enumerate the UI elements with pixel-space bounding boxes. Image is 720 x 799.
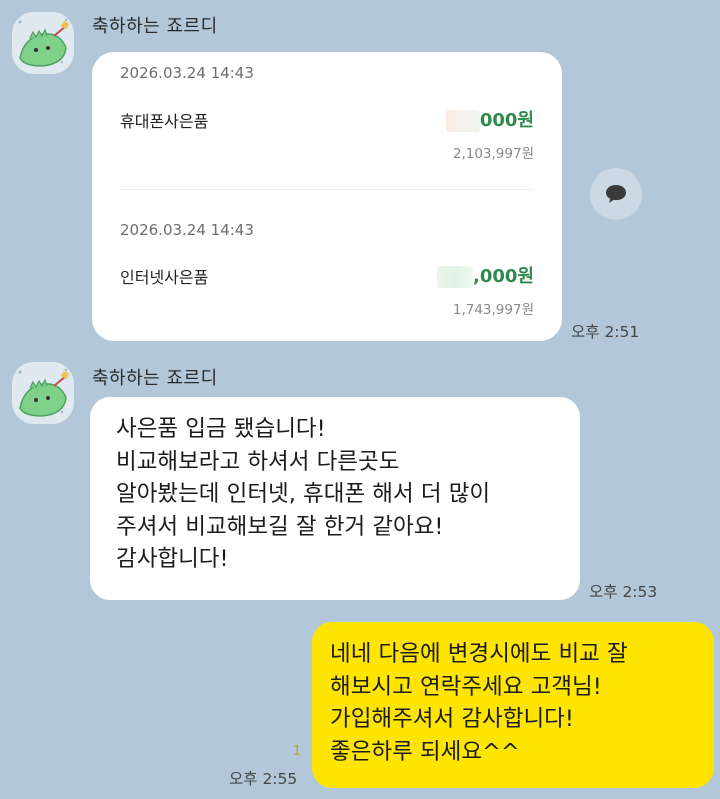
transaction-date: 2026.03.24 14:43 (120, 64, 254, 82)
message-time: 오후 2:55 (229, 770, 298, 788)
unread-count: 1 (293, 744, 302, 759)
message-time: 오후 2:53 (589, 583, 658, 601)
sender-name: 축하하는 죠르디 (92, 16, 218, 37)
speech-bubble-icon (606, 185, 626, 203)
message-time: 오후 2:51 (571, 323, 640, 341)
sender-avatar[interactable] (12, 362, 74, 424)
transaction-title: 휴대폰사은품 (120, 112, 209, 131)
transaction-amount: ,000원 (437, 262, 534, 288)
transaction-date: 2026.03.24 14:43 (120, 221, 254, 239)
sender-name: 축하하는 죠르디 (92, 368, 218, 389)
outgoing-message-bubble[interactable]: 네네 다음에 변경시에도 비교 잘 해보시고 연락주세요 고객님! 가입해주셔서… (312, 622, 714, 788)
share-button[interactable] (590, 168, 642, 220)
transaction-title: 인터넷사은품 (120, 268, 209, 287)
redacted-amount (445, 110, 480, 132)
transaction-amount: 000원 (445, 106, 534, 132)
sender-avatar[interactable] (12, 12, 74, 74)
transaction-card[interactable]: 2026.03.24 14:43 휴대폰사은품 000원 2,103,997원 … (92, 52, 562, 341)
incoming-message-text: 사은품 입금 됐습니다! 비교해보라고 하셔서 다른곳도 알아봤는데 인터넷, … (116, 416, 491, 572)
incoming-message-bubble[interactable]: 사은품 입금 됐습니다! 비교해보라고 하셔서 다른곳도 알아봤는데 인터넷, … (90, 397, 580, 600)
redacted-amount (437, 266, 474, 288)
transaction-balance: 1,743,997원 (452, 302, 534, 318)
outgoing-message-text: 네네 다음에 변경시에도 비교 잘 해보시고 연락주세요 고객님! 가입해주셔서… (330, 641, 628, 765)
jordy-character-icon (12, 362, 74, 424)
transaction-balance: 2,103,997원 (452, 146, 534, 162)
divider (120, 189, 534, 190)
jordy-character-icon (12, 12, 74, 74)
